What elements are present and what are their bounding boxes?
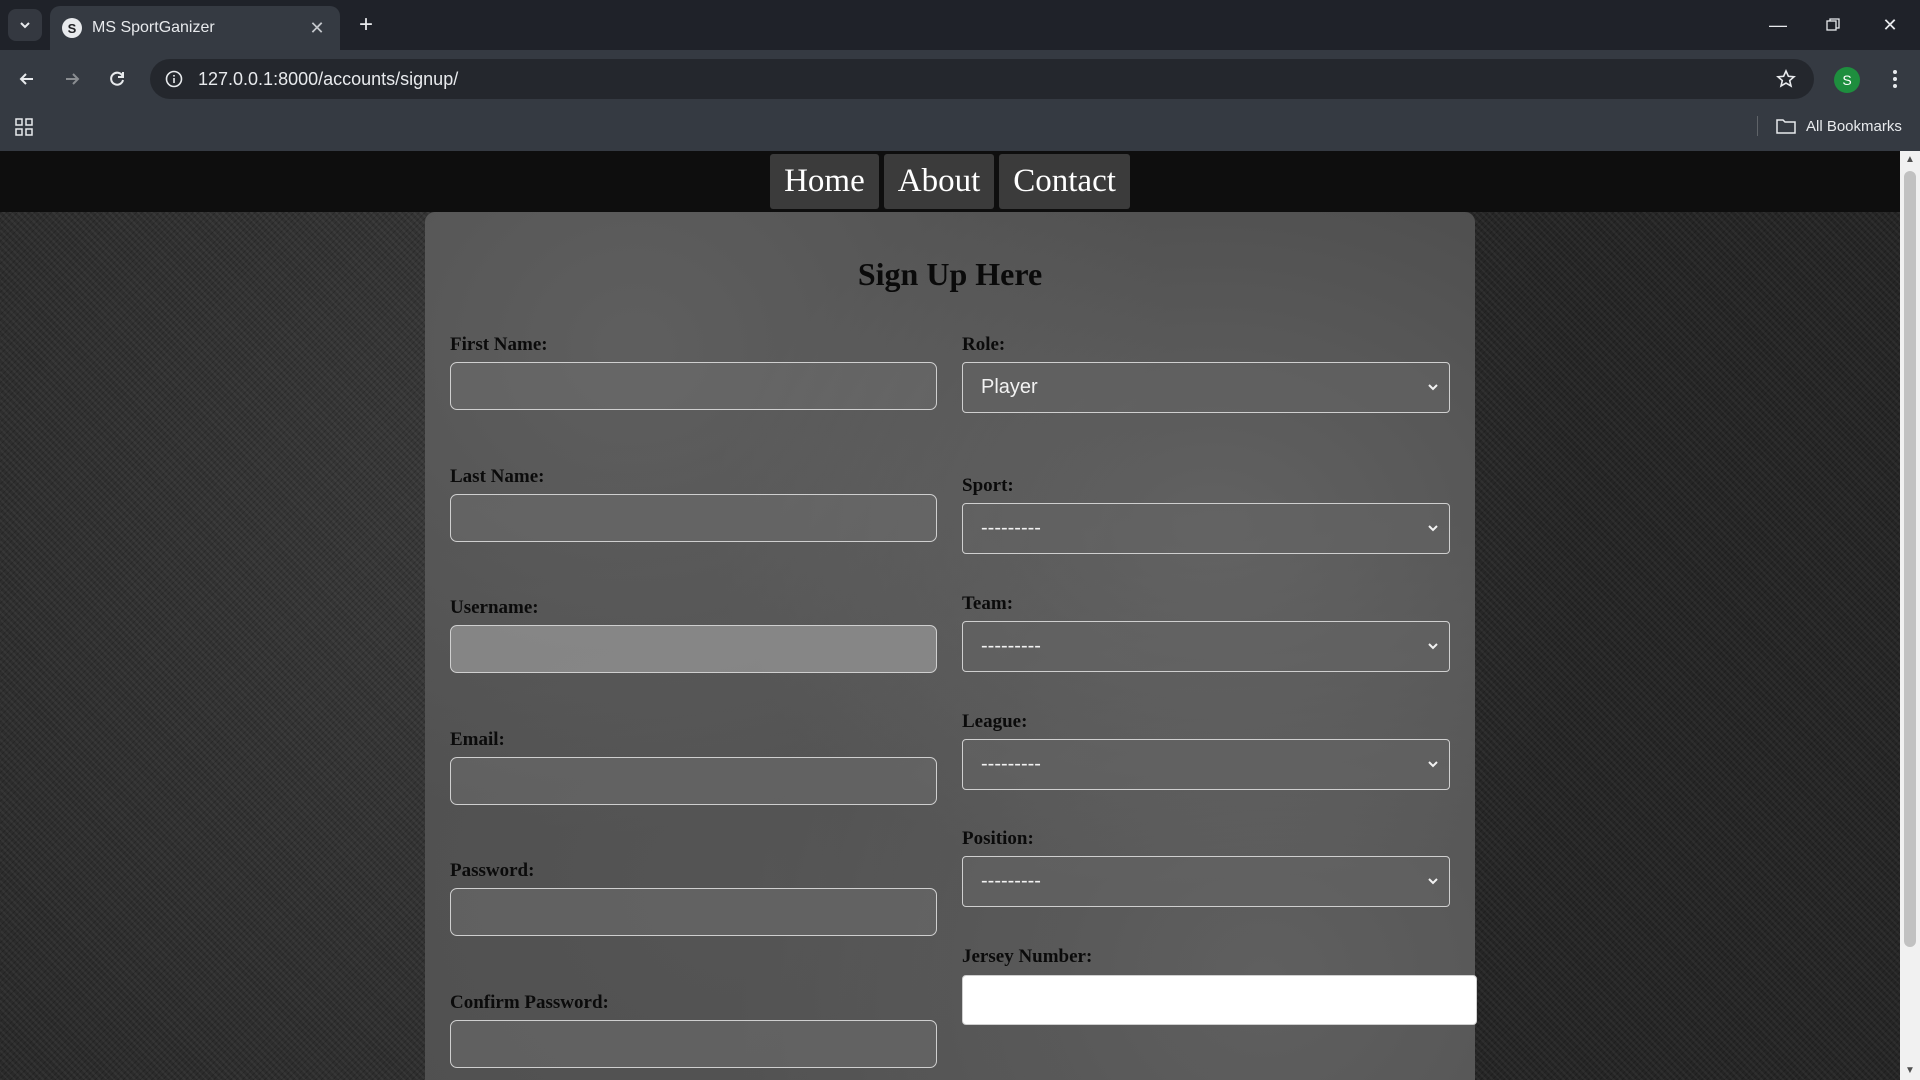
all-bookmarks-button[interactable]: All Bookmarks <box>1776 114 1902 138</box>
chevron-down-icon <box>1428 384 1438 391</box>
back-button[interactable] <box>12 64 42 94</box>
browser-toolbar: 127.0.0.1:8000/accounts/signup/ <box>0 50 1920 108</box>
close-window-icon[interactable]: ✕ <box>1870 10 1910 40</box>
first-name-label: First Name: <box>450 334 548 355</box>
username-input[interactable] <box>450 625 937 673</box>
team-select[interactable]: --------- <box>962 621 1450 672</box>
url-text: 127.0.0.1:8000/accounts/signup/ <box>198 68 459 89</box>
profile-avatar[interactable]: S <box>1834 67 1860 93</box>
reload-icon <box>110 71 124 86</box>
nav-contact-link[interactable]: Contact <box>999 154 1130 209</box>
sport-select[interactable]: --------- <box>962 503 1450 554</box>
sport-select-value: --------- <box>981 517 1041 539</box>
password-label: Password: <box>450 860 535 881</box>
signup-form-card: Sign Up Here First Name: Last Name: User… <box>425 212 1477 1080</box>
position-select-value: --------- <box>981 870 1041 892</box>
jersey-number-label: Jersey Number: <box>962 946 1093 967</box>
folder-icon <box>1776 119 1796 134</box>
last-name-input[interactable] <box>450 494 937 542</box>
username-label: Username: <box>450 597 539 618</box>
league-label: League: <box>962 711 1028 732</box>
tab-strip: S MS SportGanizer ✕ + — ✕ <box>0 0 1920 50</box>
tab-title: MS SportGanizer <box>92 19 215 36</box>
site-navbar: Home About Contact <box>0 151 1900 212</box>
bookmarks-bar <box>0 108 1920 151</box>
bookmark-star-icon[interactable] <box>1766 59 1806 99</box>
nav-about-link[interactable]: About <box>883 154 995 209</box>
confirm-password-input[interactable] <box>450 1020 937 1068</box>
form-title: Sign Up Here <box>857 256 1043 292</box>
nav-home-link[interactable]: Home <box>770 154 879 209</box>
email-label: Email: <box>450 729 505 750</box>
arrow-right-icon <box>66 73 80 85</box>
role-label: Role: <box>962 334 1006 355</box>
chevron-down-icon <box>20 22 30 29</box>
tab-search-button[interactable] <box>8 9 42 41</box>
role-select-value: Player <box>981 376 1038 398</box>
confirm-password-label: Confirm Password: <box>450 992 609 1013</box>
restore-icon[interactable] <box>1813 10 1853 40</box>
page-viewport: Home About Contact Sign Up Here First Na… <box>0 151 1900 1080</box>
league-select-value: --------- <box>981 753 1041 775</box>
scrollbar-thumb[interactable] <box>1904 171 1916 947</box>
chevron-down-icon <box>1428 643 1438 650</box>
all-bookmarks-label: All Bookmarks <box>1806 117 1902 135</box>
position-label: Position: <box>962 828 1034 849</box>
forward-button[interactable] <box>57 64 87 94</box>
team-select-value: --------- <box>981 635 1041 657</box>
team-label: Team: <box>962 593 1014 614</box>
chevron-down-icon <box>1428 878 1438 885</box>
last-name-label: Last Name: <box>450 466 545 487</box>
chevron-down-icon <box>1428 525 1438 532</box>
browser-menu-icon[interactable] <box>1880 64 1910 94</box>
browser-tab[interactable]: S MS SportGanizer ✕ <box>50 6 340 50</box>
chevron-down-icon <box>1428 761 1438 768</box>
arrow-left-icon <box>19 73 33 85</box>
scroll-down-icon[interactable]: ▼ <box>1900 1062 1920 1080</box>
first-name-input[interactable] <box>450 362 937 410</box>
new-tab-button[interactable]: + <box>352 12 380 40</box>
address-bar[interactable]: 127.0.0.1:8000/accounts/signup/ <box>150 59 1814 99</box>
page-scrollbar[interactable]: ▲ ▼ <box>1900 151 1920 1080</box>
role-select[interactable]: Player <box>962 362 1450 413</box>
scroll-up-icon[interactable]: ▲ <box>1900 151 1920 169</box>
position-select[interactable]: --------- <box>962 856 1450 907</box>
close-tab-icon[interactable]: ✕ <box>306 18 328 39</box>
sport-label: Sport: <box>962 475 1014 496</box>
email-input[interactable] <box>450 757 937 805</box>
reload-button[interactable] <box>102 64 132 94</box>
site-info-icon[interactable] <box>154 59 194 99</box>
password-input[interactable] <box>450 888 937 936</box>
site-favicon-icon: S <box>62 18 82 38</box>
apps-grid-icon[interactable] <box>14 117 34 137</box>
bookmarks-divider <box>1757 116 1758 136</box>
jersey-number-input[interactable] <box>962 975 1477 1025</box>
league-select[interactable]: --------- <box>962 739 1450 790</box>
minimize-icon[interactable]: — <box>1758 10 1798 40</box>
